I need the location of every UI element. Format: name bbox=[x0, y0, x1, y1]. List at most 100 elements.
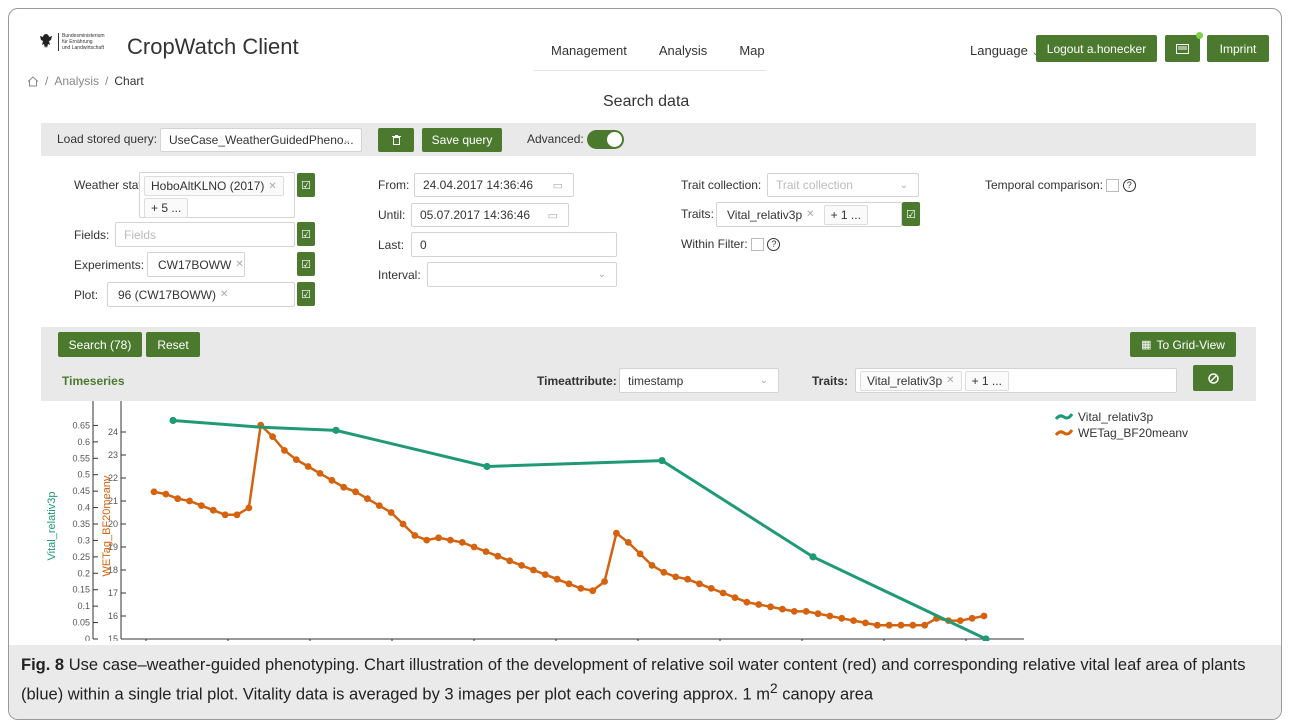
y1-tick-label: 0.4 bbox=[77, 503, 90, 513]
traits-more-tag[interactable]: + 1 ... bbox=[823, 204, 868, 225]
close-icon[interactable]: ✕ bbox=[806, 209, 814, 220]
advanced-label: Advanced: bbox=[527, 132, 584, 146]
monitor-icon bbox=[1176, 43, 1189, 54]
breadcrumb-chart: Chart bbox=[114, 74, 144, 88]
vital-data-point bbox=[483, 462, 491, 471]
legend-item-wetag[interactable]: WETag_BF20meanv bbox=[1054, 425, 1188, 441]
interval-select[interactable]: ⌄ bbox=[427, 262, 617, 287]
wetag-data-point bbox=[186, 497, 193, 505]
breadcrumb-analysis[interactable]: Analysis bbox=[54, 74, 99, 88]
experiments-select[interactable]: CW17BOWW ✕ bbox=[147, 252, 245, 277]
results-traits-select[interactable]: Vital_relativ3p ✕ + 1 ... bbox=[855, 368, 1177, 393]
traits-apply-button[interactable]: ☑ bbox=[902, 202, 920, 226]
close-icon[interactable]: ✕ bbox=[946, 375, 954, 386]
load-query-label: Load stored query: bbox=[57, 132, 158, 146]
clear-traits-button[interactable] bbox=[1193, 365, 1233, 391]
close-icon[interactable]: ✕ bbox=[235, 259, 243, 270]
chevron-down-icon: ⌄ bbox=[899, 179, 908, 191]
within-filter-checkbox[interactable] bbox=[751, 238, 765, 252]
temporal-comparison-checkbox[interactable] bbox=[1106, 179, 1120, 193]
grid-view-button[interactable]: ▦ To Grid-View bbox=[1130, 332, 1236, 357]
logout-button[interactable]: Logout a.honecker bbox=[1036, 35, 1157, 62]
legend-item-vital[interactable]: Vital_relativ3p bbox=[1054, 409, 1188, 425]
wetag-data-point bbox=[862, 619, 869, 627]
wetag-series-line bbox=[153, 422, 985, 627]
home-icon[interactable] bbox=[27, 75, 39, 87]
nav-map[interactable]: Map bbox=[739, 43, 764, 58]
wetag-data-point bbox=[850, 617, 857, 624]
wetag-data-point bbox=[198, 502, 205, 509]
until-date-input[interactable]: 05.07.2017 14:36:46 ▭ bbox=[411, 203, 569, 227]
y2-tick-label: 24 bbox=[108, 427, 118, 437]
y1-axis-label: Vital_relativ3p bbox=[46, 492, 58, 561]
y1-tick-label: 0.35 bbox=[72, 519, 90, 529]
fields-apply-button[interactable]: ☑ bbox=[297, 222, 315, 246]
wetag-data-point bbox=[779, 605, 786, 613]
wetag-data-point bbox=[411, 532, 419, 539]
load-query-select[interactable]: UseCase_WeatherGuidedPheno... ⌄ bbox=[160, 128, 362, 152]
wetag-data-point bbox=[281, 447, 288, 454]
help-icon[interactable]: ? bbox=[767, 238, 781, 252]
last-label: Last: bbox=[378, 238, 405, 252]
wetag-data-point bbox=[719, 589, 727, 597]
y1-tick-label: 0.1 bbox=[77, 601, 90, 611]
wetag-data-point bbox=[530, 566, 537, 574]
traits-select[interactable]: Vital_relativ3p ✕ + 1 ... bbox=[716, 202, 902, 227]
save-query-button[interactable]: Save query bbox=[422, 128, 502, 152]
wetag-data-point bbox=[435, 534, 442, 542]
from-date-input[interactable]: 24.04.2017 14:36:46 ▭ bbox=[414, 173, 574, 197]
vital-series-line bbox=[172, 419, 987, 641]
close-icon[interactable]: ✕ bbox=[268, 181, 276, 192]
figure-label: Fig. 8 bbox=[21, 656, 65, 674]
imprint-button[interactable]: Imprint bbox=[1207, 35, 1269, 62]
y1-tick-label: 0.65 bbox=[72, 420, 90, 430]
timeattribute-select[interactable]: timestamp ⌄ bbox=[619, 368, 779, 393]
nav-management[interactable]: Management bbox=[551, 43, 627, 58]
reset-button[interactable]: Reset bbox=[146, 332, 200, 357]
experiments-apply-button[interactable]: ☑ bbox=[297, 252, 315, 276]
weather-tag: HoboAltKLNO (2017) ✕ bbox=[144, 176, 284, 196]
breadcrumb: / Analysis / Chart bbox=[27, 74, 144, 88]
eagle-icon bbox=[40, 34, 52, 48]
app-title: CropWatch Client bbox=[127, 34, 299, 59]
wetag-data-point bbox=[245, 504, 253, 512]
traits-label: Traits: bbox=[681, 207, 714, 221]
wetag-data-point bbox=[790, 608, 798, 615]
legend-line-icon bbox=[1054, 413, 1074, 420]
breadcrumb-separator: / bbox=[105, 74, 109, 88]
traits-more-tag[interactable]: + 1 ... bbox=[964, 370, 1009, 391]
wetag-data-point bbox=[802, 608, 810, 615]
wetag-data-point bbox=[221, 511, 229, 519]
fields-select[interactable]: Fields bbox=[115, 222, 295, 247]
search-button[interactable]: Search (78) bbox=[58, 332, 142, 357]
help-icon[interactable]: ? bbox=[1122, 179, 1136, 193]
trait-tag: Vital_relativ3p ✕ bbox=[727, 207, 815, 222]
wetag-data-point bbox=[352, 488, 359, 496]
vital-data-point bbox=[658, 456, 666, 465]
weather-station-select[interactable]: HoboAltKLNO (2017) ✕ + 5 ... bbox=[139, 172, 295, 218]
nav-analysis[interactable]: Analysis bbox=[659, 43, 707, 58]
wetag-data-point bbox=[624, 539, 632, 546]
from-label: From: bbox=[378, 178, 410, 192]
wetag-data-point bbox=[684, 575, 691, 583]
plot-select[interactable]: 96 (CW17BOWW) ✕ bbox=[107, 282, 295, 307]
weather-apply-button[interactable]: ☑ bbox=[297, 173, 315, 197]
close-icon[interactable]: ✕ bbox=[220, 289, 228, 300]
wetag-data-point bbox=[423, 536, 431, 544]
caption-text-end: canopy area bbox=[777, 685, 874, 704]
delete-query-button[interactable] bbox=[378, 128, 414, 152]
wetag-data-point bbox=[470, 543, 478, 551]
vital-data-point bbox=[169, 416, 177, 425]
wetag-data-point bbox=[304, 463, 312, 470]
wetag-data-point bbox=[660, 568, 668, 576]
language-dropdown[interactable]: Language ⌄ bbox=[970, 43, 1040, 58]
experiment-tag: CW17BOWW ✕ bbox=[158, 257, 244, 272]
plot-apply-button[interactable]: ☑ bbox=[297, 282, 315, 306]
y1-tick-label: 0.45 bbox=[72, 486, 90, 496]
ban-icon bbox=[1207, 372, 1219, 384]
advanced-toggle[interactable] bbox=[587, 130, 624, 149]
display-button[interactable] bbox=[1165, 35, 1200, 62]
last-input[interactable]: 0 bbox=[411, 232, 617, 257]
weather-more-tag[interactable]: + 5 ... bbox=[144, 198, 189, 218]
trait-collection-select[interactable]: Trait collection ⌄ bbox=[767, 173, 919, 197]
